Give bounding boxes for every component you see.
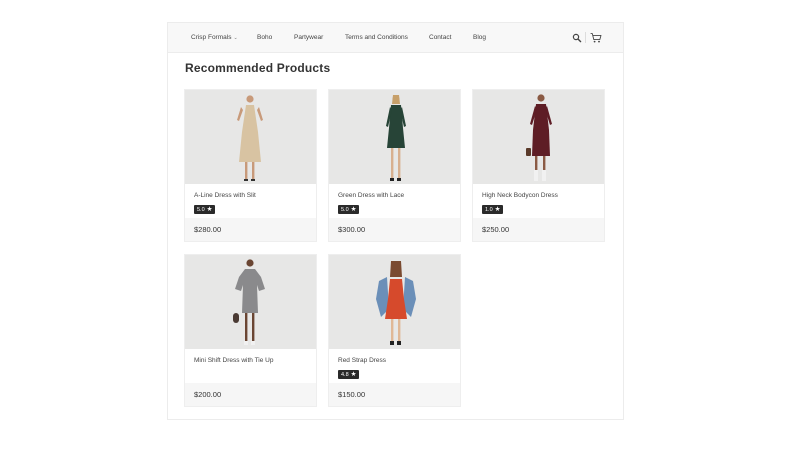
- nav-item-label: Crisp Formals: [191, 34, 232, 41]
- dress-shape: [385, 279, 407, 319]
- rating-badge: 5.0 ★: [194, 205, 216, 214]
- nav-item-label: Partywear: [294, 34, 324, 41]
- product-card[interactable]: Red Strap Dress 4.8 ★ $150.00: [328, 254, 461, 407]
- nav-item-label: Terms and Conditions: [345, 34, 408, 41]
- nav-item-label: Blog: [473, 34, 487, 41]
- chevron-down-icon: ⌄: [233, 35, 238, 41]
- product-card[interactable]: Green Dress with Lace 5.0 ★ $300.00: [328, 89, 461, 242]
- nav-item-label: Contact: [429, 34, 452, 41]
- product-card[interactable]: High Neck Bodycon Dress 1.0 ★ $250.00: [472, 89, 605, 242]
- rating-badge: 4.8 ★: [338, 370, 360, 379]
- dress-shape: [239, 105, 261, 162]
- product-card[interactable]: Mini Shift Dress with Tie Up $200.00: [184, 254, 317, 407]
- card-footer: $280.00: [185, 218, 316, 241]
- nav-item-boho[interactable]: Boho: [257, 23, 272, 52]
- product-image[interactable]: [185, 90, 316, 184]
- rating-badge: 5.0 ★: [338, 205, 360, 214]
- star-icon: ★: [350, 206, 357, 213]
- product-name[interactable]: Red Strap Dress: [338, 357, 386, 364]
- card-footer: $300.00: [329, 218, 460, 241]
- product-price: $300.00: [338, 225, 366, 234]
- product-name[interactable]: Mini Shift Dress with Tie Up: [194, 357, 273, 364]
- product-price: $250.00: [482, 225, 510, 234]
- star-icon: ★: [494, 206, 501, 213]
- nav-item-terms-and-conditions[interactable]: Terms and Conditions: [345, 23, 408, 52]
- product-price: $200.00: [194, 390, 222, 399]
- nav-item-crisp-formals[interactable]: Crisp Formals ⌄: [191, 23, 238, 52]
- star-icon: ★: [206, 206, 213, 213]
- product-price: $280.00: [194, 225, 222, 234]
- nav-item-label: Boho: [257, 34, 273, 41]
- search-icon[interactable]: [572, 31, 582, 49]
- rating-value: 1.0: [485, 207, 493, 213]
- card-footer: $150.00: [329, 383, 460, 406]
- product-name[interactable]: Green Dress with Lace: [338, 192, 404, 199]
- star-icon: ★: [350, 371, 357, 378]
- icon-divider: [585, 32, 586, 43]
- nav-item-partywear[interactable]: Partywear: [294, 23, 323, 52]
- rating-badge: 1.0 ★: [482, 205, 504, 214]
- product-image[interactable]: [473, 90, 604, 184]
- product-image[interactable]: [329, 255, 460, 349]
- product-card[interactable]: A-Line Dress with Slit 5.0 ★ $280.00: [184, 89, 317, 242]
- rating-value: 5.0: [197, 207, 205, 213]
- rating-value: 5.0: [341, 207, 349, 213]
- navbar: Crisp Formals ⌄ Boho Partywear Terms and …: [168, 23, 623, 53]
- dress-shape: [235, 269, 265, 313]
- card-footer: $200.00: [185, 383, 316, 406]
- nav-item-contact[interactable]: Contact: [429, 23, 451, 52]
- cart-icon[interactable]: [590, 31, 602, 49]
- card-footer: $250.00: [473, 218, 604, 241]
- product-price: $150.00: [338, 390, 366, 399]
- nav-item-blog[interactable]: Blog: [473, 23, 486, 52]
- product-name[interactable]: High Neck Bodycon Dress: [482, 192, 558, 199]
- product-image[interactable]: [329, 90, 460, 184]
- product-image[interactable]: [185, 255, 316, 349]
- rating-value: 4.8: [341, 372, 349, 378]
- section-title: Recommended Products: [185, 61, 331, 75]
- product-name[interactable]: A-Line Dress with Slit: [194, 192, 256, 199]
